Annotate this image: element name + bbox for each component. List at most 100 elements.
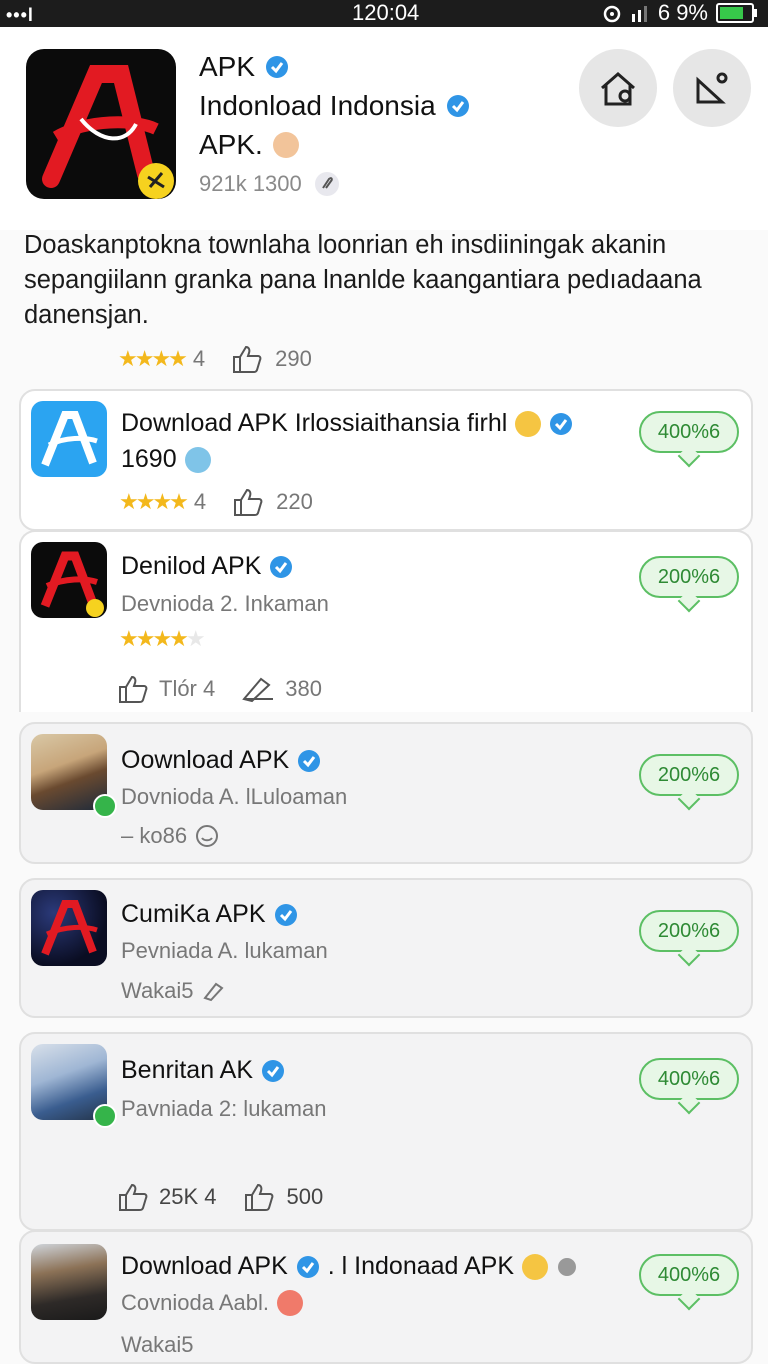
edit-button[interactable]	[673, 49, 751, 127]
verified-icon	[550, 412, 573, 435]
app-title-text: Benritan AK	[121, 1056, 254, 1084]
app-title: Download APK . l Indonaad APK	[121, 1252, 578, 1281]
verified-icon	[270, 555, 293, 578]
like-count: 25K 4	[159, 1184, 217, 1209]
verified-icon	[298, 749, 321, 772]
rating-stars: ★★★★	[118, 346, 188, 371]
rating-stars: ★★★★	[119, 489, 189, 514]
app-title-text: Download APK	[121, 1252, 288, 1280]
percentage-badge[interactable]: 400%6	[639, 1058, 739, 1100]
smile-emoji-icon	[522, 1253, 549, 1280]
cell-signal-icon	[631, 6, 647, 22]
home-button[interactable]	[579, 49, 657, 127]
online-badge-icon	[93, 794, 117, 818]
app-extra-text: Wakai5	[121, 978, 194, 1003]
app-extra: Wakai5	[121, 978, 226, 1004]
percentage-badge[interactable]: 400%6	[639, 411, 739, 453]
like-count: 500	[286, 1184, 324, 1209]
online-badge-icon	[93, 1104, 117, 1128]
percentage-badge[interactable]: 200%6	[639, 910, 739, 952]
app-subtitle: 1690	[121, 445, 211, 474]
verified-icon	[296, 1255, 319, 1278]
emoji-icon	[184, 446, 211, 473]
percentage-badge[interactable]: 200%6	[639, 754, 739, 796]
rating-value: 4	[192, 346, 206, 371]
app-subtitle: Pavniada 2: lukaman	[121, 1096, 327, 1121]
summary-stats: ★★★★ 4 290	[118, 344, 312, 374]
app-extra: – ko86	[121, 823, 219, 849]
app-subtitle-text: Covnioda Aabl.	[121, 1290, 269, 1315]
header-tag: APK.	[199, 129, 299, 161]
app-title: Benritan AK	[121, 1056, 285, 1085]
verified-icon	[262, 1059, 285, 1082]
app-description: Doaskanptokna townlaha loonrian eh insdi…	[24, 231, 702, 329]
status-bar: •••l 120:04 6 9%	[0, 0, 768, 27]
heart-eyes-emoji-icon	[277, 1290, 303, 1316]
header-title-text: APK	[199, 51, 256, 82]
battery-icon	[716, 3, 757, 23]
app-card[interactable]: CumiKa APK Pevniada A. lukaman Wakai5 20…	[19, 878, 753, 1018]
app-extra-text: – ko86	[121, 823, 188, 848]
home-icon	[601, 72, 635, 106]
thumbs-up-icon[interactable]	[232, 487, 264, 517]
app-logo-icon[interactable]	[26, 49, 176, 199]
pen-icon	[202, 982, 224, 1002]
battery-fill	[720, 7, 743, 19]
app-stats: Tlór 4 380	[117, 674, 322, 704]
app-title: Oownload APK	[121, 746, 321, 775]
emoji-icon	[272, 132, 299, 158]
app-extra: Wakai5	[121, 1332, 194, 1357]
smile-icon	[196, 825, 219, 847]
app-subtitle: Devnioda 2. Inkaman	[121, 591, 329, 616]
profile-header: APK Indonload Indonsia APK. 921k 1300	[0, 27, 768, 230]
status-time: 120:04	[352, 0, 420, 25]
smile-emoji-icon	[515, 410, 542, 437]
rating-stars: ★★★★★	[119, 626, 206, 652]
app-icon	[31, 542, 107, 618]
header-title: APK	[199, 51, 289, 83]
a-logo-icon	[41, 411, 98, 467]
like-count: 290	[275, 346, 312, 371]
header-tag-text: APK.	[199, 129, 263, 160]
app-icon	[31, 401, 107, 477]
like-count: Tlór 4	[159, 676, 216, 701]
header-meta-text: 921k 1300	[199, 171, 302, 196]
alarm-icon	[603, 5, 621, 23]
verified-icon	[274, 903, 297, 926]
app-subtitle: Covnioda Aabl.	[121, 1290, 303, 1316]
header-meta: 921k 1300	[199, 171, 340, 197]
battery-percentage: 6 9%	[657, 0, 708, 25]
percentage-badge[interactable]: 400%6	[639, 1254, 739, 1296]
a-logo-icon	[40, 551, 104, 617]
app-title: CumiKa APK	[121, 900, 298, 929]
verified-icon	[266, 56, 289, 78]
paperclip-icon	[314, 172, 339, 196]
thumbs-up-icon[interactable]	[231, 344, 263, 374]
app-title-text: CumiKa APK	[121, 900, 266, 928]
thumbs-up-icon[interactable]	[243, 1182, 275, 1212]
profile-photo	[31, 1244, 107, 1320]
header-subtitle-text: Indonload Indonsia	[199, 90, 436, 121]
app-title-text: Denilod APK	[121, 552, 262, 580]
app-subtitle: Dovnioda A. lLuloaman	[121, 784, 348, 809]
percentage-badge[interactable]: 200%6	[639, 556, 739, 598]
app-stats: ★★★★ 4 220	[119, 487, 313, 517]
app-subtitle-text: 1690	[121, 445, 177, 473]
app-title-text: Oownload APK	[121, 746, 290, 774]
thumbs-up-icon[interactable]	[117, 674, 149, 704]
app-card[interactable]: Download APK Irlossiaithansia firhl 1690…	[19, 389, 753, 531]
app-subtitle: Pevniada A. lukaman	[121, 938, 328, 963]
app-card[interactable]: Denilod APK Devnioda 2. Inkaman ★★★★★ Tl…	[19, 530, 753, 712]
app-card[interactable]: Oownload APK Dovnioda A. lLuloaman – ko8…	[19, 722, 753, 864]
signal-icon: •••l	[6, 5, 34, 25]
microphone-icon[interactable]	[556, 1255, 578, 1279]
app-title: Denilod APK	[121, 552, 293, 581]
verified-icon	[446, 95, 469, 117]
app-title-text: Download APK Irlossiaithansia firhl	[121, 409, 508, 437]
download-count: 380	[285, 676, 322, 701]
app-card[interactable]: Benritan AK Pavniada 2: lukaman 25K 4 50…	[19, 1032, 753, 1231]
thumbs-up-icon[interactable]	[117, 1182, 149, 1212]
edit-icon	[696, 72, 728, 104]
pen-icon[interactable]	[241, 675, 275, 703]
a-logo-icon	[42, 65, 174, 199]
